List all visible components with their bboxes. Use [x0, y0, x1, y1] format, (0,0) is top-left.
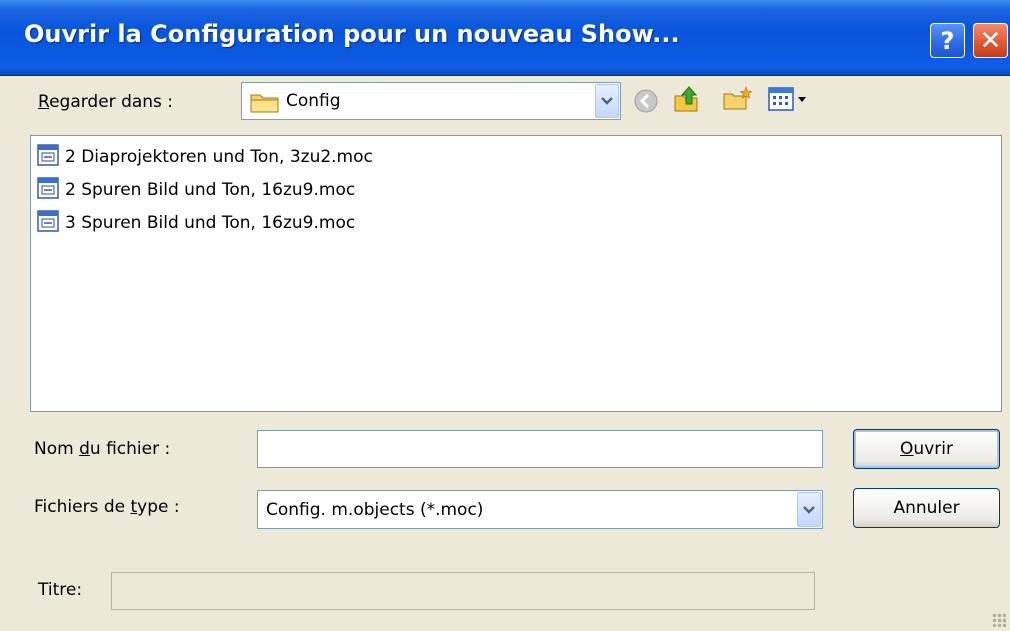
open-button[interactable]: Ouvrir: [853, 429, 1000, 469]
folder-icon: [250, 91, 280, 118]
view-menu-icon[interactable]: [768, 86, 812, 117]
moc-file-icon: [37, 143, 59, 171]
file-name: 2 Diaprojektoren und Ton, 3zu2.moc: [65, 147, 373, 167]
up-folder-icon[interactable]: [672, 84, 702, 119]
filetype-value: Config. m.objects (*.moc): [266, 500, 484, 520]
help-icon: ?: [940, 26, 955, 55]
look-in-dropdown-button[interactable]: [595, 84, 619, 118]
resize-grip[interactable]: [992, 613, 1006, 627]
filetype-label: Fichiers de type :: [34, 497, 180, 517]
window-title: Ouvrir la Configuration pour un nouveau …: [24, 20, 680, 48]
look-in-combobox[interactable]: Config: [241, 82, 621, 120]
close-icon: ✕: [979, 25, 1002, 56]
chevron-down-icon: [803, 505, 815, 514]
file-name: 3 Spuren Bild und Ton, 16zu9.moc: [65, 213, 356, 233]
file-item[interactable]: 2 Diaprojektoren und Ton, 3zu2.moc: [37, 143, 373, 171]
file-name: 2 Spuren Bild und Ton, 16zu9.moc: [65, 180, 356, 200]
file-item[interactable]: 3 Spuren Bild und Ton, 16zu9.moc: [37, 209, 356, 237]
moc-file-icon: [37, 176, 59, 204]
filename-input[interactable]: [257, 430, 823, 468]
back-arrow-icon[interactable]: [633, 88, 659, 119]
new-folder-icon[interactable]: [722, 86, 753, 117]
title-field: [111, 572, 815, 610]
close-button[interactable]: ✕: [973, 23, 1008, 58]
filetype-select[interactable]: Config. m.objects (*.moc): [257, 490, 823, 529]
open-button-label: Ouvrir: [900, 439, 953, 459]
title-bar: Ouvrir la Configuration pour un nouveau …: [0, 0, 1010, 76]
cancel-button[interactable]: Annuler: [853, 488, 1000, 528]
moc-file-icon: [37, 209, 59, 237]
filetype-dropdown-button[interactable]: [797, 492, 821, 527]
chevron-down-icon: [601, 97, 613, 105]
look-in-label: Regarder dans :: [38, 92, 174, 112]
title-label: Titre:: [38, 580, 83, 600]
cancel-button-label: Annuler: [893, 498, 960, 518]
file-list[interactable]: 2 Diaprojektoren und Ton, 3zu2.moc 2 Spu…: [30, 135, 1002, 412]
filename-label: Nom du fichier :: [34, 439, 171, 459]
file-item[interactable]: 2 Spuren Bild und Ton, 16zu9.moc: [37, 176, 356, 204]
help-button[interactable]: ?: [930, 23, 965, 58]
look-in-value: Config: [286, 91, 341, 111]
